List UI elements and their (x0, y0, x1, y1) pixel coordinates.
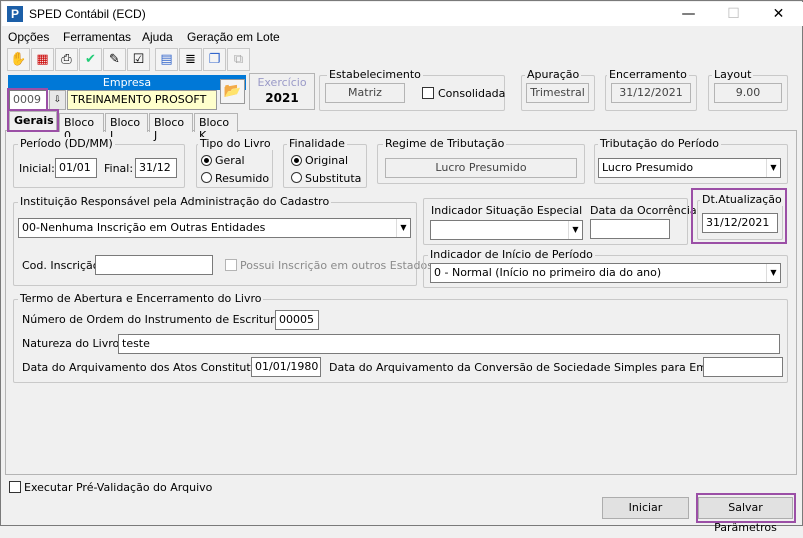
original-label: Original (305, 154, 349, 167)
natureza-label: Natureza do Livro: (22, 337, 123, 350)
ordem-field[interactable]: 00005 (275, 310, 319, 330)
close-icon[interactable]: ✕ (756, 2, 801, 26)
conversao-field[interactable] (703, 357, 783, 377)
final-field[interactable]: 31/12 (135, 158, 177, 178)
app-logo-icon: P (7, 6, 23, 22)
highlight-dt-atualizacao (691, 188, 787, 244)
substituta-radio[interactable] (291, 172, 302, 183)
menu-ajuda[interactable]: Ajuda (142, 30, 173, 44)
cod-inscricao-label: Cod. Inscrição (22, 259, 100, 272)
consolidada-checkbox[interactable] (422, 87, 434, 99)
regime-label: Regime de Tributação (383, 137, 507, 150)
tab-bloco-0[interactable]: Bloco 0 (59, 113, 104, 142)
finalidade-label: Finalidade (287, 137, 347, 150)
menu-ferramentas[interactable]: Ferramentas (63, 30, 131, 44)
ordem-label: Número de Ordem do Instrumento de Escrit… (22, 313, 305, 326)
chevron-down-icon[interactable]: ▼ (766, 264, 780, 282)
chevron-down-icon[interactable]: ▼ (568, 221, 582, 239)
natureza-field[interactable]: teste (118, 334, 780, 354)
termo-label: Termo de Abertura e Encerramento do Livr… (18, 292, 264, 305)
inicial-label: Inicial: (19, 162, 55, 175)
document-check-icon[interactable]: ☑ (127, 48, 150, 71)
tributacao-select[interactable]: Lucro Presumido ▼ (598, 158, 781, 178)
indicador-situacao-label: Indicador Situação Especial (431, 204, 583, 217)
inicio-periodo-select[interactable]: 0 - Normal (Início no primeiro dia do an… (430, 263, 781, 283)
tipo-livro-label: Tipo do Livro (198, 137, 273, 150)
exercicio-box: Exercício 2021 (249, 73, 315, 110)
chevron-down-icon[interactable]: ▼ (766, 159, 780, 177)
resumido-radio[interactable] (201, 172, 212, 183)
menu-bar: Opções Ferramentas Ajuda Geração em Lote (2, 27, 803, 47)
encerramento-value: 31/12/2021 (611, 83, 691, 103)
periodo-label: Período (DD/MM) (18, 137, 115, 150)
exercicio-value: 2021 (265, 91, 299, 105)
substituta-label: Substituta (305, 172, 362, 185)
layout-value: 9.00 (714, 83, 782, 103)
exercicio-label: Exercício (257, 76, 307, 89)
apuracao-label: Apuração (525, 68, 582, 81)
prevalidacao-label: Executar Pré-Validação do Arquivo (24, 481, 213, 494)
conversao-label: Data do Arquivamento da Conversão de Soc… (329, 361, 756, 374)
inicial-field[interactable]: 01/01 (55, 158, 97, 178)
final-label: Final: (104, 162, 134, 175)
arquivamento-field[interactable]: 01/01/1980 (251, 357, 321, 377)
tab-bloco-k[interactable]: Bloco K (194, 113, 238, 142)
apuracao-value: Trimestral (526, 83, 589, 103)
tributacao-select-value: Lucro Presumido (602, 161, 694, 174)
original-radio[interactable] (291, 155, 302, 166)
copy-icon[interactable]: ❐ (203, 48, 226, 71)
chevron-down-icon[interactable]: ▼ (396, 219, 410, 237)
list-icon[interactable]: ≣ (179, 48, 202, 71)
encerramento-label: Encerramento (607, 68, 689, 81)
tributacao-label: Tributação do Período (598, 137, 721, 150)
estabelecimento-label: Estabelecimento (327, 68, 423, 81)
minimize-icon[interactable]: — (666, 2, 711, 26)
generate-icon[interactable]: ▦ (31, 48, 54, 71)
cod-inscricao-field[interactable] (95, 255, 213, 275)
possui-inscricao-label: Possui Inscrição em outros Estados (240, 259, 433, 272)
main-window: P SPED Contábil (ECD) — ☐ ✕ Opções Ferra… (0, 0, 803, 534)
layout-label: Layout (712, 68, 754, 81)
data-ocorrencia-label: Data da Ocorrência (590, 204, 697, 217)
menu-geracao-lote[interactable]: Geração em Lote (187, 30, 280, 44)
open-folder-icon[interactable]: 📂 (220, 79, 245, 104)
instituicao-group (13, 202, 417, 286)
highlight-salvar (696, 493, 796, 523)
disabled-icon[interactable]: ⧉ (227, 48, 250, 71)
instituicao-select[interactable]: 00-Nenhuma Inscrição em Outras Entidades… (18, 218, 411, 238)
data-ocorrencia-field[interactable] (590, 219, 670, 239)
title-bar: P SPED Contábil (ECD) — ☐ ✕ (2, 2, 803, 26)
sign-icon[interactable]: ✎ (103, 48, 126, 71)
instituicao-select-value: 00-Nenhuma Inscrição em Outras Entidades (22, 221, 266, 234)
print-icon[interactable]: ⎙ (55, 48, 78, 71)
inicio-periodo-select-value: 0 - Normal (Início no primeiro dia do an… (434, 266, 662, 279)
highlight-tab-gerais (7, 109, 59, 132)
resumido-label: Resumido (215, 172, 270, 185)
geral-radio[interactable] (201, 155, 212, 166)
inicio-periodo-label: Indicador de Início de Período (428, 248, 595, 261)
indicador-situacao-select[interactable]: ▼ (430, 220, 583, 240)
geral-label: Geral (215, 154, 245, 167)
menu-opcoes[interactable]: Opções (8, 30, 49, 44)
report-icon[interactable]: ▤ (155, 48, 178, 71)
tab-bloco-j[interactable]: Bloco J (149, 113, 193, 142)
iniciar-button[interactable]: Iniciar (602, 497, 689, 519)
maximize-icon[interactable]: ☐ (711, 2, 756, 26)
tab-bloco-i[interactable]: Bloco I (105, 113, 148, 142)
prevalidacao-checkbox[interactable] (9, 481, 21, 493)
regime-value: Lucro Presumido (385, 158, 577, 178)
window-title: SPED Contábil (ECD) (29, 7, 146, 21)
check-icon[interactable]: ✔ (79, 48, 102, 71)
instituicao-label: Instituição Responsável pela Administraç… (18, 195, 332, 208)
empresa-search-icon[interactable]: ⇩ (49, 90, 66, 110)
possui-inscricao-checkbox[interactable] (225, 259, 237, 271)
arquivamento-label: Data do Arquivamento dos Atos Constituti… (22, 361, 277, 374)
estabelecimento-value: Matriz (325, 83, 405, 103)
hand-icon[interactable]: ✋ (7, 48, 30, 71)
empresa-name-field[interactable]: TREINAMENTO PROSOFT (67, 90, 217, 110)
consolidada-label: Consolidada (438, 87, 506, 100)
